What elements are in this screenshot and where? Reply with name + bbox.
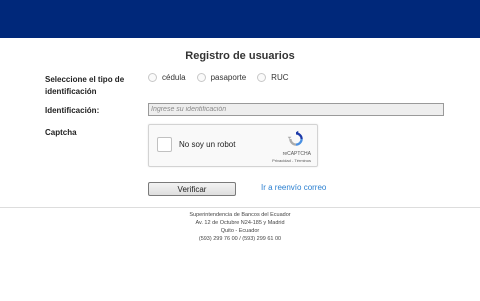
recaptcha-privacy-links[interactable]: Privacidad - Términos (272, 158, 311, 163)
recaptcha-brand: reCAPTCHA (282, 151, 311, 157)
footer-phone: (593) 299 76 00 / (593) 299 61 00 (198, 236, 282, 242)
radio-option-cedula[interactable]: cédula (148, 73, 186, 82)
id-type-radio-group: cédula pasaporte RUC (148, 73, 300, 82)
recaptcha-checkbox-label: No soy un robot (179, 140, 236, 149)
footer: Superintendencia de Bancos del Ecuador A… (0, 211, 480, 243)
radio-label-cedula: cédula (162, 73, 186, 82)
footer-city: Quito - Ecuador (220, 228, 260, 234)
captcha-label: Captcha (45, 128, 77, 137)
radio-label-pasaporte: pasaporte (210, 73, 247, 82)
identification-input[interactable] (148, 103, 444, 116)
radio-label-ruc: RUC (271, 73, 289, 82)
radio-button-pasaporte[interactable] (196, 73, 206, 82)
recaptcha-logo-icon (287, 130, 303, 146)
recaptcha-widget: No soy un robot reCAPTCHA Privacidad - T… (148, 124, 318, 167)
recaptcha-checkbox[interactable] (157, 137, 172, 152)
radio-option-pasaporte[interactable]: pasaporte (196, 73, 247, 82)
identification-label: Identificación: (45, 106, 100, 115)
footer-org-name: Superintendencia de Bancos del Ecuador (189, 212, 291, 218)
page-title: Registro de usuarios (185, 50, 295, 62)
radio-button-ruc[interactable] (257, 73, 267, 82)
radio-button-cedula[interactable] (148, 73, 157, 82)
header-banner (0, 0, 480, 38)
verify-button[interactable]: Verificar (148, 182, 236, 196)
resend-email-link[interactable]: Ir a reenvío correo (261, 183, 326, 192)
footer-divider (0, 207, 480, 208)
id-type-label: Seleccione el tipo de identificación (45, 75, 125, 96)
footer-address: Av. 12 de Octubre N24-185 y Madrid (195, 220, 285, 226)
radio-option-ruc[interactable]: RUC (257, 73, 289, 82)
